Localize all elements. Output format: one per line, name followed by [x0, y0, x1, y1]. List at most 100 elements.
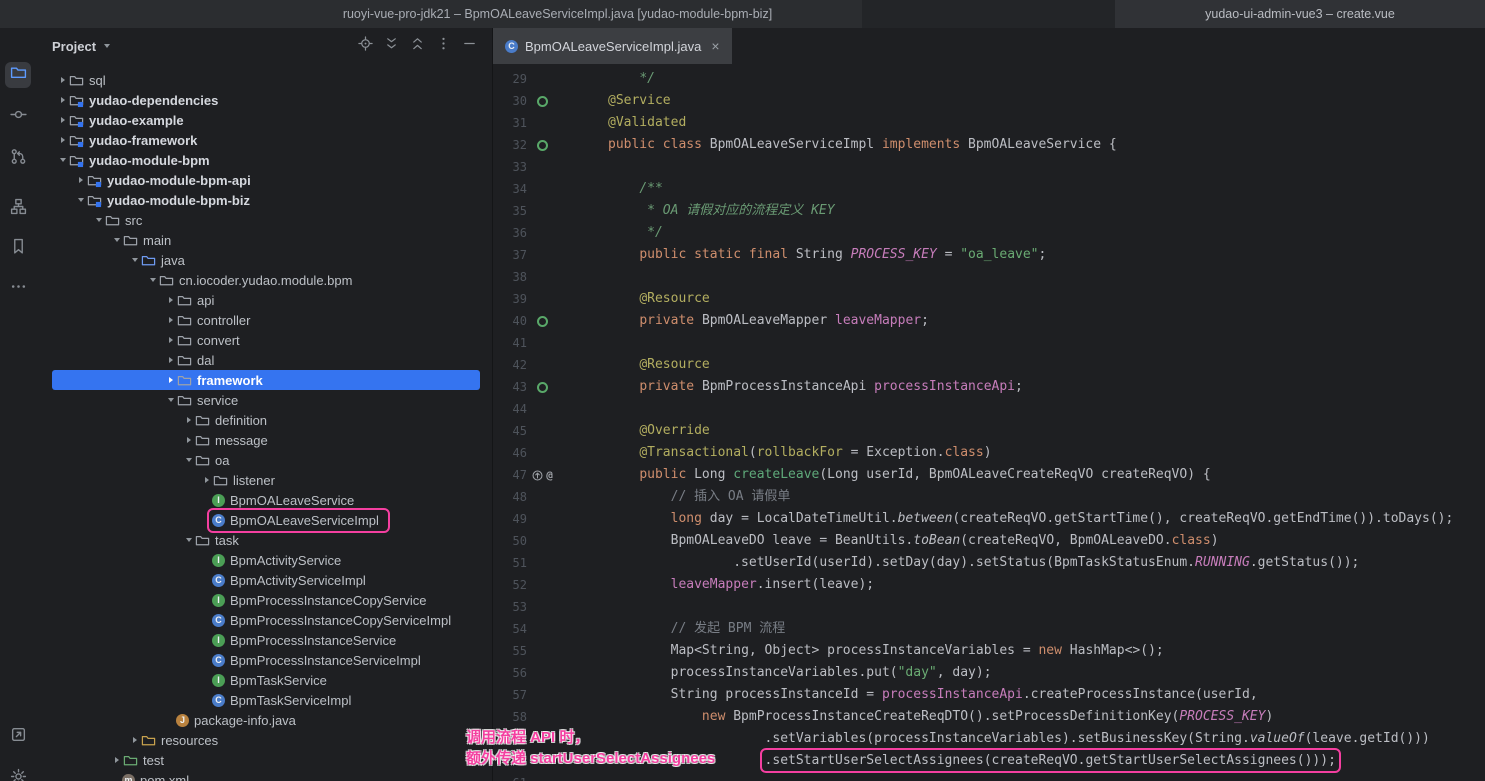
- tree-item-bpmtaskservice[interactable]: IBpmTaskService: [52, 670, 480, 690]
- code-text[interactable]: new BpmProcessInstanceCreateReqDTO().set…: [608, 706, 1273, 728]
- tree-item-resources[interactable]: resources: [52, 730, 480, 750]
- tree-item-oa[interactable]: oa: [52, 450, 480, 470]
- tree-item-bpmoaleaveservice[interactable]: IBpmOALeaveService: [52, 490, 480, 510]
- chevron-down-icon[interactable]: [148, 278, 158, 282]
- chevron-down-icon[interactable]: [94, 218, 104, 222]
- tree-item-bpmprocessinstanceservice[interactable]: IBpmProcessInstanceService: [52, 630, 480, 650]
- chevron-right-icon[interactable]: [58, 117, 68, 123]
- code-text[interactable]: public class BpmOALeaveServiceImpl imple…: [608, 134, 1117, 156]
- code-text[interactable]: .setUserId(userId).setDay(day).setStatus…: [608, 552, 1359, 574]
- code-text[interactable]: @Service: [608, 90, 671, 112]
- chevron-right-icon[interactable]: [130, 737, 140, 743]
- tree-item-listener[interactable]: listener: [52, 470, 480, 490]
- tree-item-dal[interactable]: dal: [52, 350, 480, 370]
- close-icon[interactable]: ×: [711, 39, 719, 53]
- code-text[interactable]: // 插入 OA 请假单: [608, 486, 790, 508]
- tree-item-package-info-java[interactable]: Jpackage-info.java: [52, 710, 480, 730]
- commit-button[interactable]: [5, 104, 31, 130]
- more-button[interactable]: [5, 276, 31, 302]
- code-text[interactable]: @Resource: [608, 288, 710, 310]
- tree-item-yudao-module-bpm[interactable]: yudao-module-bpm: [52, 150, 480, 170]
- code-text[interactable]: processInstanceVariables.put("day", day)…: [608, 662, 992, 684]
- tree-item-yudao-module-bpm-biz[interactable]: yudao-module-bpm-biz: [52, 190, 480, 210]
- spring-bean-icon[interactable]: [537, 96, 548, 107]
- chevron-right-icon[interactable]: [184, 417, 194, 423]
- code-text[interactable]: public Long createLeave(Long userId, Bpm…: [608, 464, 1211, 486]
- code-text[interactable]: BpmOALeaveDO leave = BeanUtils.toBean(cr…: [608, 530, 1219, 552]
- spring-autowire-icon[interactable]: [537, 316, 548, 327]
- chevron-right-icon[interactable]: [58, 137, 68, 143]
- code-text[interactable]: private BpmOALeaveMapper leaveMapper;: [608, 310, 929, 332]
- tree-item-java[interactable]: java: [52, 250, 480, 270]
- services-button[interactable]: [5, 724, 31, 750]
- tree-item-pom-xml[interactable]: mpom.xml: [52, 770, 480, 781]
- editor-tab[interactable]: C BpmOALeaveServiceImpl.java ×: [493, 28, 732, 64]
- chevron-right-icon[interactable]: [76, 177, 86, 183]
- hide-button[interactable]: [458, 35, 480, 57]
- tree-item-bpmprocessinstancecopyservice[interactable]: IBpmProcessInstanceCopyService: [52, 590, 480, 610]
- bookmarks-button[interactable]: [5, 236, 31, 262]
- options-button[interactable]: [432, 35, 454, 57]
- chevron-right-icon[interactable]: [112, 757, 122, 763]
- tree-item-yudao-example[interactable]: yudao-example: [52, 110, 480, 130]
- override-icon[interactable]: [531, 469, 544, 482]
- locate-button[interactable]: [354, 35, 376, 57]
- chevron-down-icon[interactable]: [102, 44, 112, 48]
- tree-item-bpmactivityservice[interactable]: IBpmActivityService: [52, 550, 480, 570]
- chevron-right-icon[interactable]: [166, 317, 176, 323]
- code-text[interactable]: // 发起 BPM 流程: [608, 618, 785, 640]
- tree-item-bpmactivityserviceimpl[interactable]: CBpmActivityServiceImpl: [52, 570, 480, 590]
- chevron-right-icon[interactable]: [166, 357, 176, 363]
- collapse-all-button[interactable]: [406, 35, 428, 57]
- spring-bean-icon[interactable]: [537, 140, 548, 151]
- code-text[interactable]: */: [608, 68, 655, 90]
- spring-autowire-icon[interactable]: [537, 382, 548, 393]
- code-text[interactable]: /**: [608, 178, 663, 200]
- code-text[interactable]: @Transactional(rollbackFor = Exception.c…: [608, 442, 992, 464]
- project-folder-button[interactable]: [5, 62, 31, 88]
- code-editor[interactable]: 29 */30@Service31@Validated32public clas…: [493, 64, 1485, 781]
- tree-item-framework[interactable]: framework: [52, 370, 480, 390]
- code-text[interactable]: long day = LocalDateTimeUtil.between(cre…: [608, 508, 1453, 530]
- chevron-right-icon[interactable]: [202, 477, 212, 483]
- tree-item-convert[interactable]: convert: [52, 330, 480, 350]
- code-text[interactable]: leaveMapper.insert(leave);: [608, 574, 874, 596]
- tree-item-main[interactable]: main: [52, 230, 480, 250]
- chevron-down-icon[interactable]: [166, 398, 176, 402]
- tree-item-cn-iocoder-yudao-module-bpm[interactable]: cn.iocoder.yudao.module.bpm: [52, 270, 480, 290]
- tree-item-src[interactable]: src: [52, 210, 480, 230]
- settings-button[interactable]: [5, 766, 31, 781]
- code-text[interactable]: Map<String, Object> processInstanceVaria…: [608, 640, 1164, 662]
- tree-item-service[interactable]: service: [52, 390, 480, 410]
- tree-item-test[interactable]: test: [52, 750, 480, 770]
- code-text[interactable]: @Validated: [608, 112, 686, 134]
- tree-item-bpmprocessinstanceserviceimpl[interactable]: CBpmProcessInstanceServiceImpl: [52, 650, 480, 670]
- tree-item-controller[interactable]: controller: [52, 310, 480, 330]
- expand-all-button[interactable]: [380, 35, 402, 57]
- chevron-right-icon[interactable]: [166, 337, 176, 343]
- tree-item-yudao-dependencies[interactable]: yudao-dependencies: [52, 90, 480, 110]
- chevron-right-icon[interactable]: [58, 97, 68, 103]
- code-text[interactable]: .setVariables(processInstanceVariables).…: [608, 728, 1430, 750]
- chevron-down-icon[interactable]: [184, 458, 194, 462]
- structure-button[interactable]: [5, 196, 31, 222]
- tree-item-definition[interactable]: definition: [52, 410, 480, 430]
- chevron-down-icon[interactable]: [112, 238, 122, 242]
- code-text[interactable]: .setStartUserSelectAssignees(createReqVO…: [608, 750, 1336, 772]
- code-text[interactable]: public static final String PROCESS_KEY =…: [608, 244, 1046, 266]
- tree-item-bpmtaskserviceimpl[interactable]: CBpmTaskServiceImpl: [52, 690, 480, 710]
- pull-requests-button[interactable]: [5, 146, 31, 172]
- tree-item-sql[interactable]: sql: [52, 70, 480, 90]
- tree-item-bpmoaleaveserviceimpl[interactable]: CBpmOALeaveServiceImpl: [52, 510, 480, 530]
- tree-item-task[interactable]: task: [52, 530, 480, 550]
- tree-item-message[interactable]: message: [52, 430, 480, 450]
- chevron-down-icon[interactable]: [58, 158, 68, 162]
- code-text[interactable]: private BpmProcessInstanceApi processIns…: [608, 376, 1023, 398]
- tree-item-yudao-framework[interactable]: yudao-framework: [52, 130, 480, 150]
- chevron-right-icon[interactable]: [58, 77, 68, 83]
- tree-item-yudao-module-bpm-api[interactable]: yudao-module-bpm-api: [52, 170, 480, 190]
- code-text[interactable]: @Override: [608, 420, 710, 442]
- code-text[interactable]: */: [608, 222, 663, 244]
- code-text[interactable]: @Resource: [608, 354, 710, 376]
- chevron-right-icon[interactable]: [184, 437, 194, 443]
